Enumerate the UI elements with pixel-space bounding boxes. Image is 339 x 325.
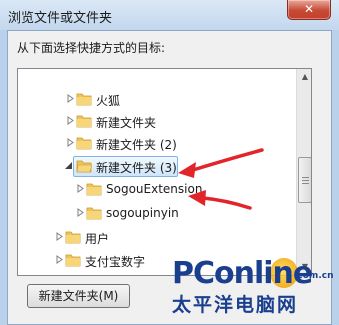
tree-item-new-folder-2[interactable]: 新建文件夹 (2) (18, 132, 298, 154)
tree-item-label: 支付宝数字 (85, 255, 146, 269)
tree-item-label: 用户 (85, 232, 110, 246)
pconline-watermark: PConline .com.cn 太平洋电脑网 (166, 256, 336, 318)
folder-icon (86, 183, 102, 196)
expand-arrow-icon[interactable] (66, 138, 75, 147)
close-button[interactable]: ✕ (287, 0, 331, 20)
tree-item-label: 新建文件夹 (96, 116, 157, 130)
expand-arrow-icon[interactable] (66, 94, 75, 103)
tree-item-label: SogouExtension (106, 182, 203, 196)
expand-arrow-icon[interactable] (55, 232, 64, 241)
tree-item-label: sogoupinyin (106, 206, 179, 220)
watermark-site-name: 太平洋电脑网 (172, 294, 299, 316)
thumb-grip-line (302, 180, 309, 181)
folder-open-icon (76, 160, 92, 173)
thumb-grip-line (302, 177, 309, 178)
title-bar: 浏览文件或文件夹 ✕ (0, 0, 339, 30)
folder-icon (65, 231, 81, 244)
close-icon: ✕ (303, 2, 315, 16)
tree-item-label: 新建文件夹 (3) (96, 161, 177, 175)
expand-arrow-icon[interactable] (76, 184, 85, 193)
folder-icon (76, 137, 92, 150)
expand-arrow-icon[interactable] (66, 116, 75, 125)
instruction-label: 从下面选择快捷方式的目标: (17, 41, 166, 55)
expand-arrow-icon[interactable] (76, 208, 85, 217)
folder-icon (76, 93, 92, 106)
new-folder-button[interactable]: 新建文件夹(M) (27, 284, 130, 308)
watermark-logo: PConline (172, 256, 313, 291)
folder-icon (76, 115, 92, 128)
folder-tree[interactable]: 火狐 新建文件夹 新建文件夹 (2) 新建文件夹 (3) SogouExtens… (17, 68, 312, 276)
expand-arrow-icon[interactable] (55, 255, 64, 264)
folder-icon (65, 254, 81, 267)
tree-item-firefox[interactable]: 火狐 (18, 88, 298, 110)
vertical-scrollbar[interactable]: ▲ ▼ (296, 69, 311, 275)
collapse-arrow-icon[interactable] (64, 161, 73, 170)
tree-item-sogouextension[interactable]: SogouExtension (18, 178, 298, 200)
watermark-domain: .com.cn (294, 271, 334, 281)
tree-item-sogoupinyin[interactable]: sogoupinyin (18, 202, 298, 224)
watermark-logo-pc: PC (172, 256, 215, 291)
tree-item-new-folder-3[interactable]: 新建文件夹 (3) (18, 155, 298, 177)
folder-icon (86, 207, 102, 220)
tree-item-label: 火狐 (96, 94, 121, 108)
tree-item-users[interactable]: 用户 (18, 226, 298, 248)
tree-item-label: 新建文件夹 (2) (96, 138, 177, 152)
scroll-up-icon[interactable]: ▲ (297, 69, 311, 85)
window-title: 浏览文件或文件夹 (8, 11, 113, 26)
scroll-thumb[interactable] (298, 157, 311, 203)
thumb-grip-line (302, 183, 309, 184)
tree-item-new-folder[interactable]: 新建文件夹 (18, 110, 298, 132)
